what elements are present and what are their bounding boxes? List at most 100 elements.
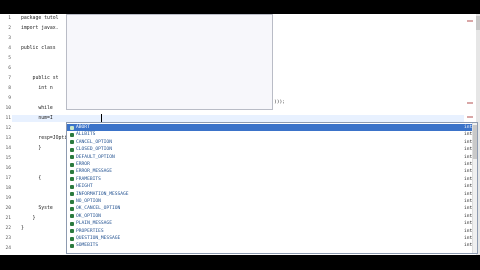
autocomplete-item[interactable]: DEFAULT_OPTION int bbox=[67, 154, 477, 161]
code-line[interactable]: Syste bbox=[21, 206, 52, 211]
ruler-marker[interactable] bbox=[467, 20, 473, 22]
editor-scrollbar-thumb[interactable] bbox=[476, 16, 480, 30]
ruler-marker[interactable] bbox=[467, 102, 473, 104]
line-number: 24 bbox=[5, 246, 11, 251]
autocomplete-item-name: FRAMEBITS bbox=[76, 176, 101, 182]
autocomplete-item[interactable]: PLAIN_MESSAGE int bbox=[67, 220, 477, 227]
field-icon bbox=[70, 177, 74, 182]
autocomplete-item-name: ABORT bbox=[76, 125, 90, 130]
line-number: 20 bbox=[5, 206, 11, 211]
field-icon bbox=[70, 169, 74, 174]
autocomplete-popup[interactable]: ABORT int ALLBITS int CANCEL_OPTION int CLOSED… bbox=[66, 122, 478, 254]
line-number: 13 bbox=[5, 136, 11, 141]
field-icon bbox=[70, 184, 74, 189]
autocomplete-item-name: PLAIN_MESSAGE bbox=[76, 221, 112, 227]
line-number: 10 bbox=[5, 106, 11, 111]
line-number: 23 bbox=[5, 236, 11, 241]
autocomplete-item[interactable]: INFORMATION_MESSAGE int bbox=[67, 191, 477, 198]
current-line-highlight bbox=[12, 115, 464, 122]
line-number: 8 bbox=[8, 86, 11, 91]
field-icon bbox=[70, 140, 74, 145]
autocomplete-item-name: NO_OPTION bbox=[76, 199, 101, 204]
autocomplete-item[interactable]: ERROR int bbox=[67, 161, 477, 168]
line-number: 17 bbox=[5, 176, 11, 181]
autocomplete-item[interactable]: OK_OPTION int bbox=[67, 213, 477, 220]
line-number: 2 bbox=[8, 26, 11, 31]
autocomplete-item[interactable]: HEIGHT int bbox=[67, 183, 477, 190]
line-number: 21 bbox=[5, 216, 11, 221]
code-line[interactable]: num=I bbox=[21, 116, 52, 121]
autocomplete-item[interactable]: ABORT int bbox=[67, 124, 477, 132]
code-line[interactable]: } bbox=[21, 146, 41, 151]
field-icon bbox=[70, 199, 74, 204]
code-line[interactable]: package tutol bbox=[21, 16, 59, 21]
autocomplete-item[interactable]: ALLBITS int bbox=[67, 131, 477, 138]
autocomplete-item-name: ALLBITS bbox=[76, 132, 96, 138]
autocomplete-item[interactable]: NO_OPTION int bbox=[67, 198, 477, 205]
autocomplete-scrollbar[interactable] bbox=[472, 123, 477, 253]
autocomplete-item[interactable]: CANCEL_OPTION int bbox=[67, 139, 477, 146]
autocomplete-item-name: DEFAULT_OPTION bbox=[76, 154, 115, 160]
field-icon bbox=[70, 236, 74, 241]
ruler-marker[interactable] bbox=[467, 116, 473, 118]
autocomplete-scrollbar-thumb[interactable] bbox=[473, 125, 477, 159]
autocomplete-item-name: OK_OPTION bbox=[76, 213, 101, 219]
autocomplete-item[interactable]: FRAMEBITS int bbox=[67, 176, 477, 183]
autocomplete-item-name: SOMEBITS bbox=[76, 243, 99, 249]
line-number: 1 bbox=[8, 16, 11, 21]
code-line[interactable]: int n bbox=[21, 86, 52, 91]
top-letterbox bbox=[0, 0, 480, 14]
line-number: 19 bbox=[5, 196, 11, 201]
line-number: 11 bbox=[5, 116, 11, 121]
field-icon bbox=[70, 155, 74, 160]
autocomplete-item-name: ERROR bbox=[76, 162, 90, 167]
code-line[interactable]: public class bbox=[21, 46, 59, 51]
field-icon bbox=[70, 125, 74, 130]
line-number: 16 bbox=[5, 166, 11, 171]
autocomplete-item[interactable]: QUESTION_MESSAGE int bbox=[67, 235, 477, 242]
autocomplete-item[interactable]: PROPERTIES int bbox=[67, 228, 477, 235]
line-number: 14 bbox=[5, 146, 11, 151]
code-line[interactable]: { bbox=[21, 176, 41, 181]
bottom-letterbox bbox=[0, 255, 480, 270]
line-number: 3 bbox=[8, 36, 11, 41]
line-number: 9 bbox=[8, 96, 11, 101]
autocomplete-item-name: HEIGHT bbox=[76, 184, 93, 190]
autocomplete-item[interactable]: OK_CANCEL_OPTION int bbox=[67, 205, 477, 212]
autocomplete-item-name: OK_CANCEL_OPTION bbox=[76, 206, 121, 212]
screen: 1 package tutol 2 import javax. 3 4 public cla… bbox=[0, 0, 480, 270]
autocomplete-item[interactable]: SOMEBITS int bbox=[67, 242, 477, 249]
code-line[interactable]: public st bbox=[21, 76, 59, 81]
field-icon bbox=[70, 132, 74, 137]
field-icon bbox=[70, 243, 74, 248]
field-icon bbox=[70, 206, 74, 211]
code-line[interactable]: } bbox=[21, 216, 36, 221]
autocomplete-item-name: PROPERTIES bbox=[76, 228, 104, 234]
autocomplete-item-name: QUESTION_MESSAGE bbox=[76, 236, 121, 241]
line-number: 7 bbox=[8, 76, 11, 81]
field-icon bbox=[70, 192, 74, 197]
line-number: 6 bbox=[8, 66, 11, 71]
code-line[interactable]: import javax. bbox=[21, 26, 59, 31]
code-tail-text: ))); bbox=[274, 100, 286, 105]
field-icon bbox=[70, 147, 74, 152]
javadoc-tooltip: ))); bbox=[66, 14, 285, 110]
text-cursor bbox=[101, 114, 102, 122]
autocomplete-item-name: INFORMATION_MESSAGE bbox=[76, 191, 129, 197]
field-icon bbox=[70, 229, 74, 234]
line-number: 15 bbox=[5, 156, 11, 161]
field-icon bbox=[70, 214, 74, 219]
line-number: 4 bbox=[8, 46, 11, 51]
code-editor[interactable]: 1 package tutol 2 import javax. 3 4 public cla… bbox=[0, 14, 480, 255]
autocomplete-item[interactable]: ERROR_MESSAGE int bbox=[67, 168, 477, 175]
code-line[interactable]: while bbox=[21, 106, 52, 111]
code-line[interactable]: } bbox=[21, 226, 24, 231]
line-number: 18 bbox=[5, 186, 11, 191]
field-icon bbox=[70, 221, 74, 226]
field-icon bbox=[70, 162, 74, 167]
autocomplete-item[interactable]: CLOSED_OPTION int bbox=[67, 146, 477, 153]
autocomplete-item-name: CANCEL_OPTION bbox=[76, 139, 112, 145]
line-number: 5 bbox=[8, 56, 11, 61]
line-number: 22 bbox=[5, 226, 11, 231]
autocomplete-item-name: CLOSED_OPTION bbox=[76, 147, 112, 153]
